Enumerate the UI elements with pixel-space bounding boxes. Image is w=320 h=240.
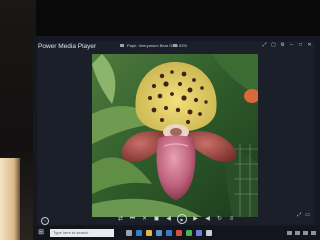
orchid-image [92, 54, 258, 217]
background-light [0, 158, 20, 240]
file-name: Paph. henryanum Bear Gold [127, 43, 178, 48]
taskbar-apps [126, 230, 212, 236]
zoom-level: 53% [179, 43, 188, 48]
app-icon[interactable] [186, 230, 192, 236]
title-bar-controls: ⤢ ▢ ⚙ – □ ✕ [262, 43, 312, 48]
zoom-info: 53% [173, 43, 187, 48]
task-view-icon[interactable] [126, 230, 132, 236]
media-player-window: Power Media Player Paph. henryanum Bear … [36, 40, 316, 226]
view-controls: ⤢ ▭ [297, 212, 310, 218]
zoom-icon [173, 44, 177, 47]
media-player-icon[interactable] [196, 230, 202, 236]
mail-icon[interactable] [166, 230, 172, 236]
folder-icon[interactable] [146, 230, 152, 236]
app-icon-2[interactable] [206, 230, 212, 236]
close-icon[interactable]: ✕ [307, 43, 312, 48]
image-file-icon [120, 44, 124, 47]
play-icon[interactable]: ▶ [177, 214, 187, 224]
taskbar-search-input[interactable]: Type here to search [50, 229, 114, 237]
battery-icon[interactable] [303, 231, 308, 235]
rewind-icon[interactable]: ◀ [165, 216, 172, 223]
network-icon[interactable] [287, 231, 292, 235]
shuffle-icon[interactable]: ⇄ [117, 216, 124, 223]
repeat-icon[interactable]: ↻ [216, 216, 223, 223]
app-title: Power Media Player [38, 43, 97, 50]
close-icon[interactable]: ✕ [141, 216, 148, 223]
notification-icon[interactable] [311, 231, 316, 235]
previous-icon[interactable]: ⏮ [129, 216, 136, 223]
chrome-icon[interactable] [176, 230, 182, 236]
taskbar: ⊞ Type here to search [33, 226, 320, 240]
expand-icon[interactable]: ⤢ [297, 212, 301, 218]
system-tray [287, 231, 316, 235]
orchid-photo [92, 54, 258, 217]
stop-icon[interactable]: ◼ [153, 216, 160, 223]
fullscreen-icon[interactable]: ▢ [271, 43, 276, 48]
windows-start-icon[interactable]: ⊞ [36, 228, 46, 238]
pin-icon[interactable]: ⤢ [262, 43, 267, 48]
screenshot-icon[interactable]: ▭ [305, 212, 310, 218]
volume-tray-icon[interactable] [295, 231, 300, 235]
edge-icon[interactable] [136, 230, 142, 236]
store-icon[interactable] [156, 230, 162, 236]
minimize-icon[interactable]: – [289, 43, 294, 48]
volume-icon[interactable]: ◀ [204, 216, 211, 223]
playback-controls: ⇄ ⏮ ✕ ◼ ◀ ▶ ▶ ◀ ↻ ≡ [36, 212, 316, 226]
file-info: Paph. henryanum Bear Gold [120, 43, 178, 48]
playlist-icon[interactable]: ≡ [228, 216, 235, 223]
maximize-icon[interactable]: □ [298, 43, 303, 48]
forward-icon[interactable]: ▶ [192, 216, 199, 223]
settings-icon[interactable]: ⚙ [280, 43, 285, 48]
background-dark [0, 0, 320, 36]
